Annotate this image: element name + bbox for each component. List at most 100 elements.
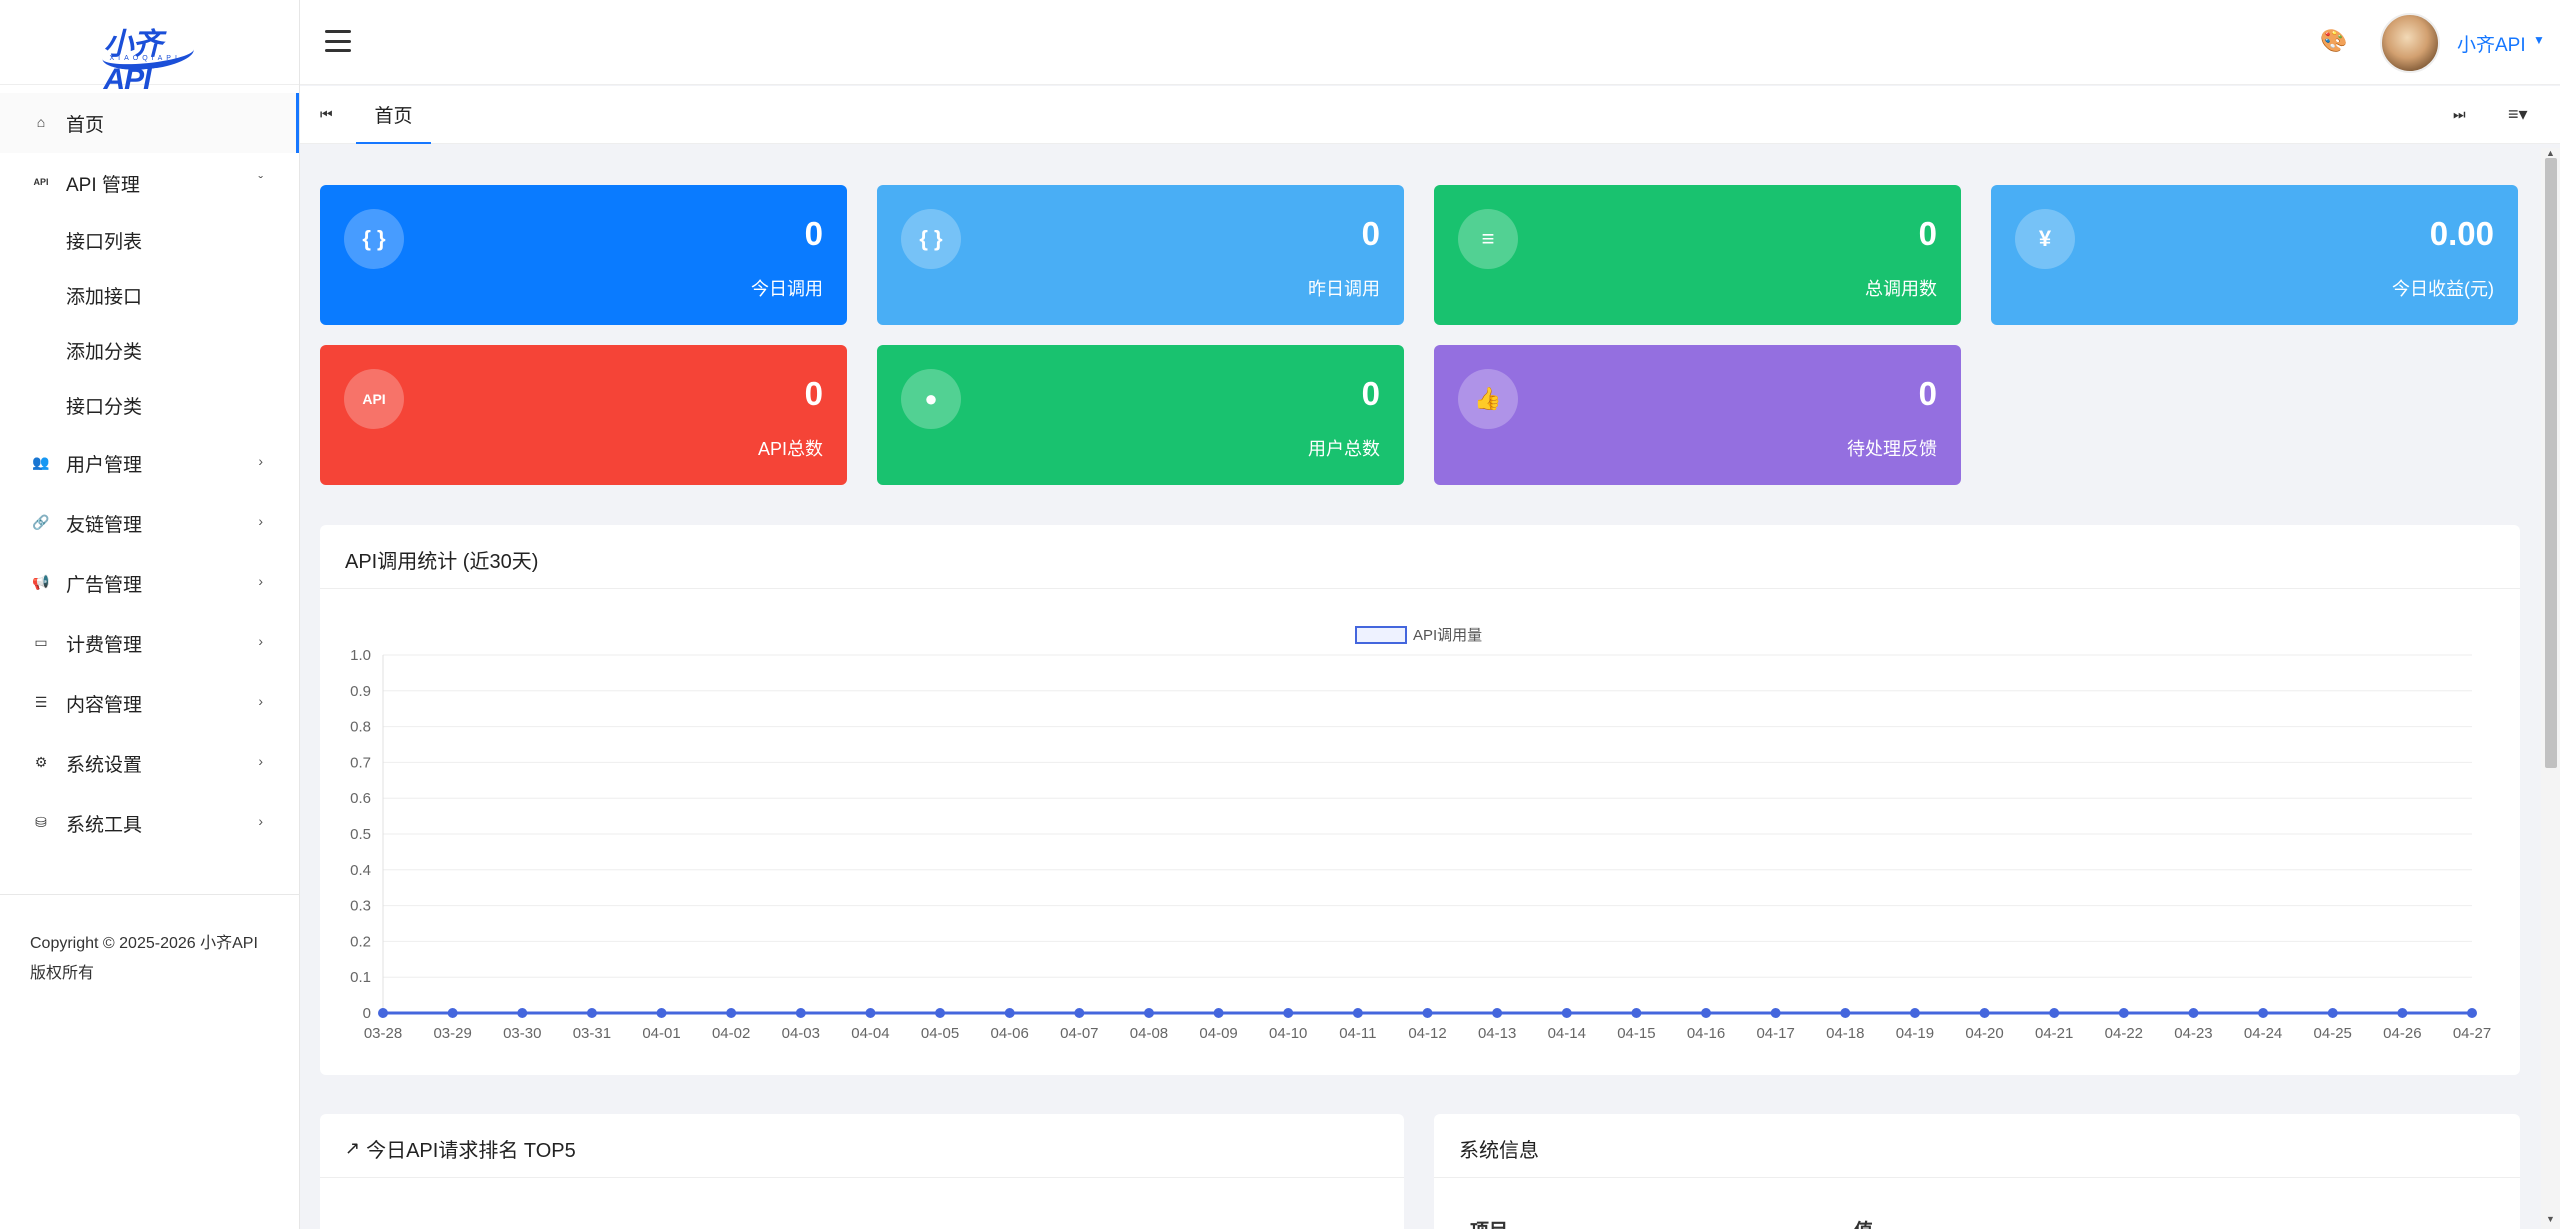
x-tick-label: 04-16 bbox=[1687, 1025, 1725, 1042]
code-icon: { } bbox=[901, 209, 961, 269]
data-point bbox=[2049, 1008, 2060, 1018]
x-tick-label: 03-29 bbox=[433, 1025, 471, 1042]
sidebar-item-label: 用户管理 bbox=[66, 454, 143, 476]
logo[interactable]: 小齐API XIAOQIAPI bbox=[0, 0, 299, 96]
sidebar-item-users[interactable]: 👥 用户管理 › bbox=[0, 433, 299, 493]
legend-swatch bbox=[1355, 626, 1407, 644]
rank-panel-title-wrap: ↗ 今日API请求排名 TOP5 bbox=[345, 1134, 576, 1163]
tab-menu-icon[interactable]: ≡▾ bbox=[2508, 104, 2528, 125]
data-point bbox=[1283, 1008, 1294, 1018]
x-tick-label: 04-01 bbox=[642, 1025, 680, 1042]
data-point bbox=[1701, 1008, 1712, 1018]
sidebar-nav: ⌂ 首页 API API 管理 ˇ 接口列表 添加接口 添加分类 接口分类 👥 … bbox=[0, 85, 299, 853]
data-point bbox=[1004, 1008, 1015, 1018]
x-tick-label: 03-31 bbox=[573, 1025, 611, 1042]
menu-toggle-icon[interactable] bbox=[325, 30, 351, 52]
thumbs-up-icon: 👍 bbox=[1458, 369, 1518, 429]
stat-value: 0 bbox=[804, 375, 823, 412]
y-tick-label: 1.0 bbox=[350, 647, 371, 664]
chevron-right-icon: › bbox=[258, 633, 263, 649]
tab-scroll-left-icon[interactable]: ⏮ bbox=[320, 106, 333, 123]
x-tick-label: 04-26 bbox=[2383, 1025, 2421, 1042]
table-header-value: 值 bbox=[1854, 1216, 1873, 1229]
sidebar-item-settings[interactable]: ⚙ 系统设置 › bbox=[0, 733, 299, 793]
document-icon: ☰ bbox=[34, 693, 48, 710]
data-point bbox=[1840, 1008, 1851, 1018]
stat-card-today-revenue: ¥ 0.00 今日收益(元) bbox=[1991, 185, 2518, 325]
x-tick-label: 03-30 bbox=[503, 1025, 541, 1042]
user-name[interactable]: 小齐API bbox=[2457, 30, 2526, 57]
users-icon: 👥 bbox=[32, 453, 50, 470]
y-tick-label: 0.6 bbox=[350, 790, 371, 807]
sidebar-item-links[interactable]: 🔗 友链管理 › bbox=[0, 493, 299, 553]
sidebar-item-tools[interactable]: ⛁ 系统工具 › bbox=[0, 793, 299, 853]
data-point bbox=[656, 1008, 667, 1018]
tab-bar: ⏮ 首页 ⏭ ≡▾ bbox=[300, 86, 2560, 144]
sidebar-subitem-add-category[interactable]: 添加分类 bbox=[0, 323, 299, 378]
stat-label: 昨日调用 bbox=[1308, 279, 1380, 299]
data-point bbox=[1492, 1008, 1503, 1018]
scrollbar-thumb[interactable] bbox=[2545, 158, 2557, 768]
tab-scroll-right-icon[interactable]: ⏭ bbox=[2453, 106, 2466, 123]
stat-value: 0 bbox=[1361, 215, 1380, 252]
data-point bbox=[2188, 1008, 2199, 1018]
x-tick-label: 04-07 bbox=[1060, 1025, 1098, 1042]
x-tick-label: 04-22 bbox=[2105, 1025, 2143, 1042]
top-header: 🎨 小齐API ▼ bbox=[300, 0, 2560, 85]
y-tick-label: 0.4 bbox=[350, 862, 371, 879]
data-point bbox=[517, 1008, 528, 1018]
rank-panel-title: 今日API请求排名 TOP5 bbox=[366, 1140, 576, 1162]
stat-value: 0 bbox=[1918, 375, 1937, 412]
stat-value: 0 bbox=[1361, 375, 1380, 412]
sidebar-subitem-api-categories[interactable]: 接口分类 bbox=[0, 378, 299, 433]
sidebar-item-label: 计费管理 bbox=[66, 634, 143, 656]
page-scrollbar[interactable]: ▲ ▼ bbox=[2541, 148, 2560, 1229]
sidebar-item-label: API 管理 bbox=[66, 174, 140, 196]
link-icon: 🔗 bbox=[32, 513, 50, 530]
data-point bbox=[2118, 1008, 2129, 1018]
sidebar-item-api-management[interactable]: API API 管理 ˇ bbox=[0, 153, 299, 213]
yuan-icon: ¥ bbox=[2015, 209, 2075, 269]
caret-down-icon[interactable]: ▼ bbox=[2533, 33, 2545, 47]
x-tick-label: 04-20 bbox=[1965, 1025, 2003, 1042]
palette-icon[interactable]: 🎨 bbox=[2320, 28, 2347, 54]
chevron-right-icon: › bbox=[258, 693, 263, 709]
data-point bbox=[2258, 1008, 2269, 1018]
x-tick-label: 04-21 bbox=[2035, 1025, 2073, 1042]
sidebar-item-billing[interactable]: ▭ 计费管理 › bbox=[0, 613, 299, 673]
divider bbox=[1434, 1177, 2520, 1178]
stat-card-yesterday-calls: { } 0 昨日调用 bbox=[877, 185, 1404, 325]
data-point bbox=[1143, 1008, 1154, 1018]
scroll-up-icon[interactable]: ▲ bbox=[2546, 148, 2555, 158]
home-icon: ⌂ bbox=[36, 114, 46, 130]
y-tick-label: 0.9 bbox=[350, 683, 371, 700]
x-tick-label: 04-25 bbox=[2314, 1025, 2352, 1042]
code-icon: { } bbox=[344, 209, 404, 269]
credit-card-icon: ▭ bbox=[34, 633, 48, 650]
sidebar-item-ads[interactable]: 📢 广告管理 › bbox=[0, 553, 299, 613]
stat-label: 今日收益(元) bbox=[2392, 279, 2494, 299]
data-point bbox=[865, 1008, 876, 1018]
logo-subtext: XIAOQIAPI bbox=[109, 55, 181, 62]
sidebar-item-content[interactable]: ☰ 内容管理 › bbox=[0, 673, 299, 733]
chevron-down-icon: ˇ bbox=[258, 173, 263, 189]
data-point bbox=[1352, 1008, 1363, 1018]
data-point bbox=[1909, 1008, 1920, 1018]
table-header-item: 项目 bbox=[1470, 1216, 1508, 1229]
sidebar-subitem-add-api[interactable]: 添加接口 bbox=[0, 268, 299, 323]
tab-home[interactable]: 首页 bbox=[356, 86, 431, 144]
data-point bbox=[795, 1008, 806, 1018]
megaphone-icon: 📢 bbox=[32, 573, 50, 590]
sidebar-subitem-api-list[interactable]: 接口列表 bbox=[0, 213, 299, 268]
legend-label: API调用量 bbox=[1413, 627, 1482, 644]
y-tick-label: 0.5 bbox=[350, 826, 371, 843]
sidebar-item-home[interactable]: ⌂ 首页 bbox=[0, 93, 299, 153]
avatar[interactable] bbox=[2380, 13, 2440, 73]
api-icon: API bbox=[33, 177, 49, 187]
chevron-right-icon: › bbox=[258, 453, 263, 469]
x-tick-label: 04-14 bbox=[1548, 1025, 1586, 1042]
rank-panel: ↗ 今日API请求排名 TOP5 bbox=[320, 1114, 1404, 1229]
sidebar-item-label: 系统设置 bbox=[66, 754, 143, 776]
trend-icon: ↗ bbox=[345, 1138, 361, 1158]
scroll-down-icon[interactable]: ▼ bbox=[2546, 1214, 2555, 1224]
